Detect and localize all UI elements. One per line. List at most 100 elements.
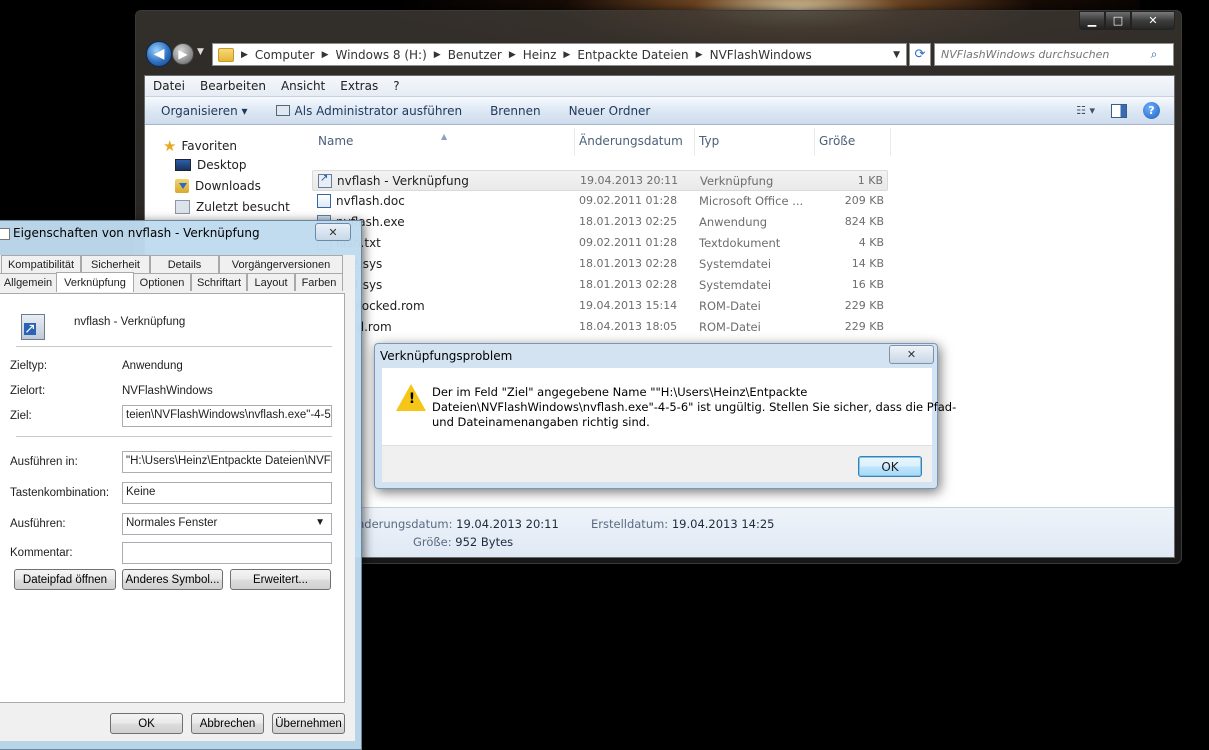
run-select[interactable]: Normales Fenster ▼ [122,513,332,535]
sort-ascending-icon: ▲ [441,132,448,141]
maximize-button[interactable]: □ [1105,11,1131,30]
table-row[interactable]: lash.txt 09.02.2011 01:28 Textdokument 4… [312,233,888,254]
ok-button[interactable]: OK [858,456,922,477]
nav-recent[interactable]: Zuletzt besucht [175,200,290,214]
tab-previous-versions[interactable]: Vorgängerversionen [219,255,343,273]
minimize-button[interactable]: ▁ [1079,11,1105,30]
open-file-location-button[interactable]: Dateipfad öffnen [14,569,116,590]
column-header-name[interactable]: Name ▲ [318,132,447,148]
chevron-right-icon[interactable]: ▶ [319,50,332,60]
dialog-title: Eigenschaften von nvflash - Verknüpfung [13,226,260,240]
preview-pane-icon[interactable] [1111,103,1127,118]
new-folder-button[interactable]: Neuer Ordner [569,104,651,118]
document-icon [0,228,10,240]
close-button[interactable]: ✕ [315,223,351,241]
search-icon[interactable]: ⌕ [1145,47,1163,62]
separator [16,346,332,347]
chevron-right-icon[interactable]: ▶ [560,50,573,60]
table-row[interactable]: nvflash.doc 09.02.2011 01:28 Microsoft O… [312,191,888,212]
column-header-date[interactable]: Änderungsdatum [579,134,683,148]
run-as-admin-button[interactable]: Als Administrator ausführen [275,104,462,118]
search-input[interactable] [935,47,1145,62]
column-header-size[interactable]: Größe [819,134,855,148]
breadcrumb-current-folder[interactable]: NVFlashWindows [706,48,816,62]
menu-view[interactable]: Ansicht [281,79,325,93]
target-field[interactable]: teien\NVFlashWindows\nvflash.exe"-4-5-6 [122,405,332,427]
tab-layout[interactable]: Layout [247,273,295,291]
table-row[interactable]: _Unlocked.rom 19.04.2013 15:14 ROM-Datei… [312,296,888,317]
start-in-label: Ausführen in: [10,456,78,468]
help-icon[interactable]: ? [1143,102,1160,119]
chevron-right-icon[interactable]: ▶ [431,50,444,60]
menu-edit[interactable]: Bearbeiten [200,79,266,93]
breadcrumb-computer[interactable]: Computer [251,48,319,62]
run-label: Ausführen: [10,518,66,530]
cancel-button[interactable]: Abbrechen [191,713,264,734]
breadcrumb-user[interactable]: Heinz [519,48,561,62]
dialog-title: Verknüpfungsproblem [380,349,513,363]
file-type: Systemdatei [699,257,772,271]
file-size: 16 KB [851,278,884,291]
tab-compatibility[interactable]: Kompatibilität [1,255,81,273]
chevron-down-icon[interactable]: ▼ [887,50,906,60]
ok-button[interactable]: OK [110,713,183,734]
warning-exclamation-icon: ! [408,391,416,407]
column-divider[interactable] [694,128,695,156]
nav-downloads[interactable]: Downloads [175,179,261,193]
tab-font[interactable]: Schriftart [191,273,247,291]
tab-shortcut[interactable]: Verknüpfung [56,272,134,292]
start-in-field[interactable]: "H:\Users\Heinz\Entpackte Dateien\NVFla [122,451,332,473]
close-button[interactable]: ✕ [889,345,934,364]
chevron-right-icon[interactable]: ▶ [238,50,251,60]
menu-file[interactable]: Datei [153,79,185,93]
address-bar[interactable]: ▶ Computer ▶ Windows 8 (H:) ▶ Benutzer ▶… [212,43,907,66]
file-type: Textdokument [699,236,781,250]
shortcut-icon [318,173,332,188]
burn-button[interactable]: Brennen [490,104,540,118]
back-arrow-icon[interactable]: ◀ [146,41,172,67]
recent-pages-dropdown-icon[interactable]: ▼ [197,47,204,57]
file-date: 09.02.2011 01:28 [579,236,678,249]
organize-button[interactable]: Organisieren ▾ [161,104,248,118]
dialog-body: ! Der im Feld "Ziel" angegebene Name ""H… [382,368,956,482]
refresh-icon[interactable]: ⟳ [909,43,931,66]
hotkey-field[interactable]: Keine [122,482,332,504]
tab-colors[interactable]: Farben [295,273,343,291]
nav-desktop[interactable]: Desktop [175,158,247,172]
advanced-button[interactable]: Erweitert... [230,569,331,590]
file-date: 19.04.2013 20:11 [580,174,679,187]
breadcrumb-drive[interactable]: Windows 8 (H:) [332,48,431,62]
tab-general[interactable]: Allgemein [0,273,57,291]
nav-favorites[interactable]: ★ Favoriten [163,137,237,155]
column-name-label: Name [318,134,354,148]
file-size: 1 KB [857,174,883,187]
table-row[interactable]: nvflash - Verknüpfung 19.04.2013 20:11 V… [312,170,888,191]
chevron-right-icon[interactable]: ▶ [693,50,706,60]
menu-help[interactable]: ? [393,79,399,93]
error-message-line: und Dateinamenangaben richtig sind. [432,415,650,429]
tab-security[interactable]: Sicherheit [81,255,150,273]
column-divider[interactable] [814,128,815,156]
close-button[interactable]: ✕ [1131,11,1175,30]
table-row[interactable]: h32.sys 18.01.2013 02:28 Systemdatei 14 … [312,254,888,275]
change-view-icon[interactable]: ☷ ▾ [1076,104,1095,117]
comment-field[interactable] [122,542,332,564]
change-icon-button[interactable]: Anderes Symbol... [122,569,223,590]
column-header-type[interactable]: Typ [699,134,719,148]
file-size: 209 KB [844,194,884,207]
target-type-label: Zieltyp: [10,360,48,372]
menu-tools[interactable]: Extras [340,79,378,93]
column-divider[interactable] [574,128,575,156]
chevron-right-icon[interactable]: ▶ [506,50,519,60]
table-row[interactable]: cked.rom 18.04.2013 18:05 ROM-Datei 229 … [312,317,888,338]
table-row[interactable]: nvflash.exe 18.01.2013 02:25 Anwendung 8… [312,212,888,233]
breadcrumb-users[interactable]: Benutzer [444,48,506,62]
tab-details[interactable]: Details [150,255,219,273]
apply-button[interactable]: Übernehmen [272,713,345,734]
breadcrumb-extracted[interactable]: Entpackte Dateien [573,48,692,62]
table-row[interactable]: h64.sys 18.01.2013 02:28 Systemdatei 16 … [312,275,888,296]
column-divider[interactable] [890,128,891,156]
forward-arrow-icon[interactable]: ▶ [172,43,194,65]
file-size-detail: Größe: 952 Bytes [413,535,513,549]
tab-options[interactable]: Optionen [133,273,191,291]
